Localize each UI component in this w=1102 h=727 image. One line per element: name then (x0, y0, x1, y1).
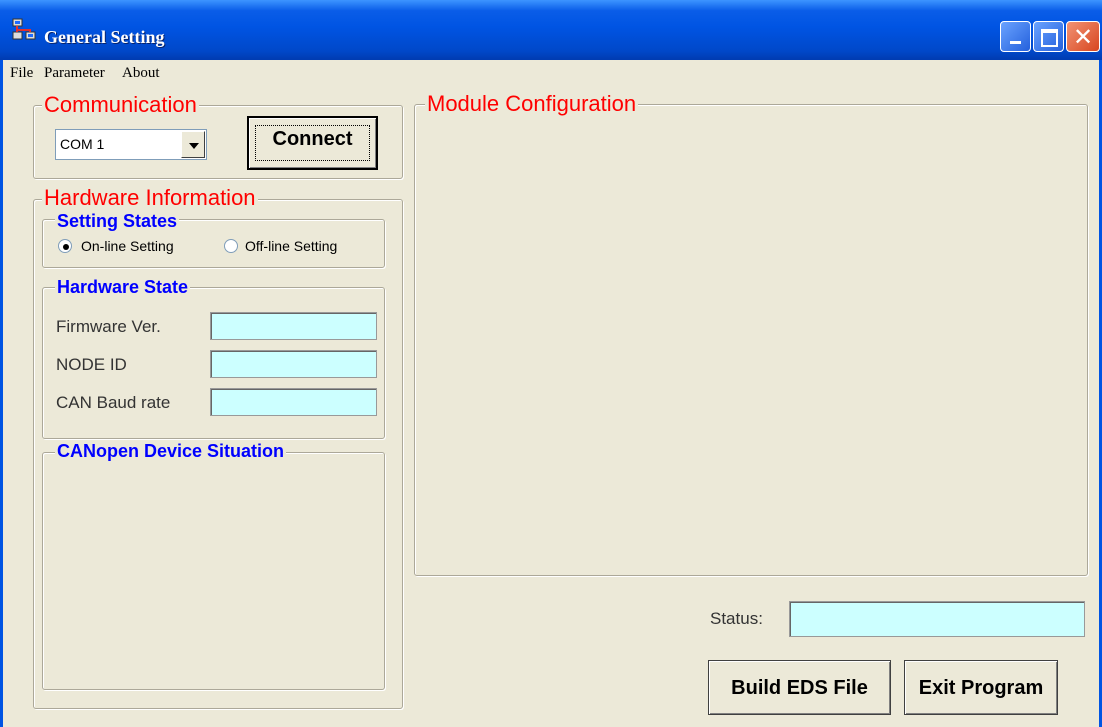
close-button[interactable]: ✕ (1066, 21, 1100, 52)
firmware-version-field[interactable] (210, 312, 377, 340)
communication-title: Communication (42, 92, 199, 118)
hardware-information-title: Hardware Information (42, 185, 258, 211)
exit-program-button[interactable]: Exit Program (904, 660, 1058, 715)
menu-about[interactable]: About (122, 65, 160, 82)
node-id-field[interactable] (210, 350, 377, 378)
firmware-version-label: Firmware Ver. (56, 317, 161, 336)
module-configuration-group (414, 104, 1088, 576)
window-title: General Setting (44, 27, 165, 47)
window-frame-left (0, 60, 3, 727)
canopen-device-situation-group (42, 452, 385, 690)
radio-selected-dot (63, 244, 69, 250)
minimize-button[interactable] (1000, 21, 1031, 52)
app-network-icon (12, 18, 36, 42)
canopen-device-situation-title: CANopen Device Situation (55, 441, 287, 462)
build-eds-file-button[interactable]: Build EDS File (708, 660, 891, 715)
can-baud-rate-label: CAN Baud rate (56, 393, 171, 412)
module-configuration-title: Module Configuration (425, 91, 639, 117)
maximize-button[interactable] (1033, 21, 1064, 52)
offline-setting-radio[interactable] (224, 239, 238, 253)
build-eds-file-label: Build EDS File (731, 677, 868, 699)
chevron-down-icon[interactable] (181, 131, 205, 158)
connect-button[interactable]: Connect (247, 116, 378, 170)
menu-parameter[interactable]: Parameter (44, 65, 105, 82)
can-baud-rate-field[interactable] (210, 388, 377, 416)
setting-states-title: Setting States (55, 211, 180, 232)
connect-button-label: Connect (272, 128, 353, 150)
online-setting-radio[interactable] (58, 239, 72, 253)
online-setting-label[interactable]: On-line Setting (81, 238, 174, 254)
title-bar[interactable] (0, 0, 1102, 60)
node-id-label: NODE ID (56, 355, 127, 374)
status-label: Status: (710, 609, 763, 628)
close-icon: ✕ (1072, 23, 1094, 51)
hardware-state-title: Hardware State (55, 277, 191, 298)
com-port-value: COM 1 (60, 136, 105, 152)
offline-setting-label[interactable]: Off-line Setting (245, 238, 337, 254)
exit-program-label: Exit Program (918, 677, 1044, 699)
menu-file[interactable]: File (10, 65, 33, 82)
status-field[interactable] (789, 601, 1085, 637)
com-port-select[interactable]: COM 1 (55, 129, 207, 160)
